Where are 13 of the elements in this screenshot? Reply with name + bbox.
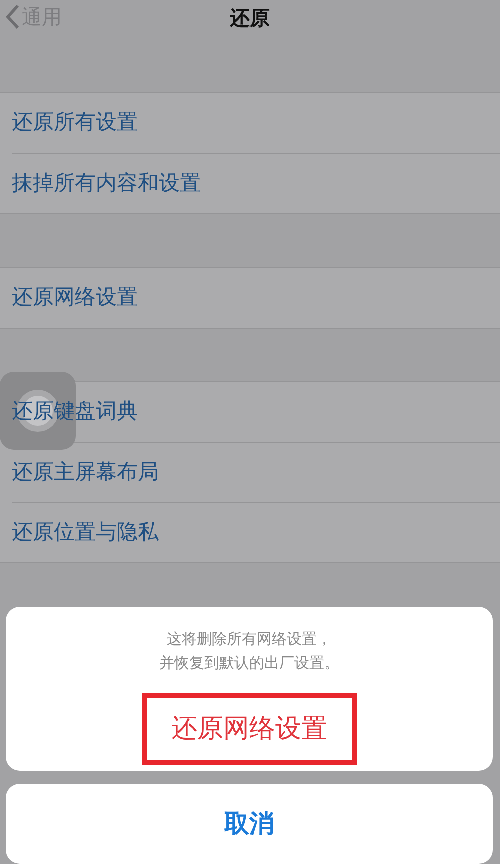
settings-row[interactable]: 还原所有设置 [12,107,138,139]
message-text: 并恢复到默认的出厂设置。 [160,653,340,674]
reset-network-button[interactable]: 还原网络设置 [142,693,357,765]
page-title: 还原 [230,5,270,32]
settings-row[interactable]: 还原网络设置 [12,282,138,314]
floating-touch-button[interactable] [0,372,76,450]
cancel-button[interactable]: 取消 [6,784,493,864]
message-text: 这将删除所有网络设置， [167,629,332,650]
settings-row[interactable]: 还原位置与隐私 [12,516,159,548]
back-chevron-icon [6,4,20,30]
settings-row[interactable]: 还原键盘词典 [12,396,138,428]
settings-row[interactable]: 还原主屏幕布局 [12,456,159,488]
settings-row[interactable]: 抹掉所有内容和设置 [12,168,201,200]
